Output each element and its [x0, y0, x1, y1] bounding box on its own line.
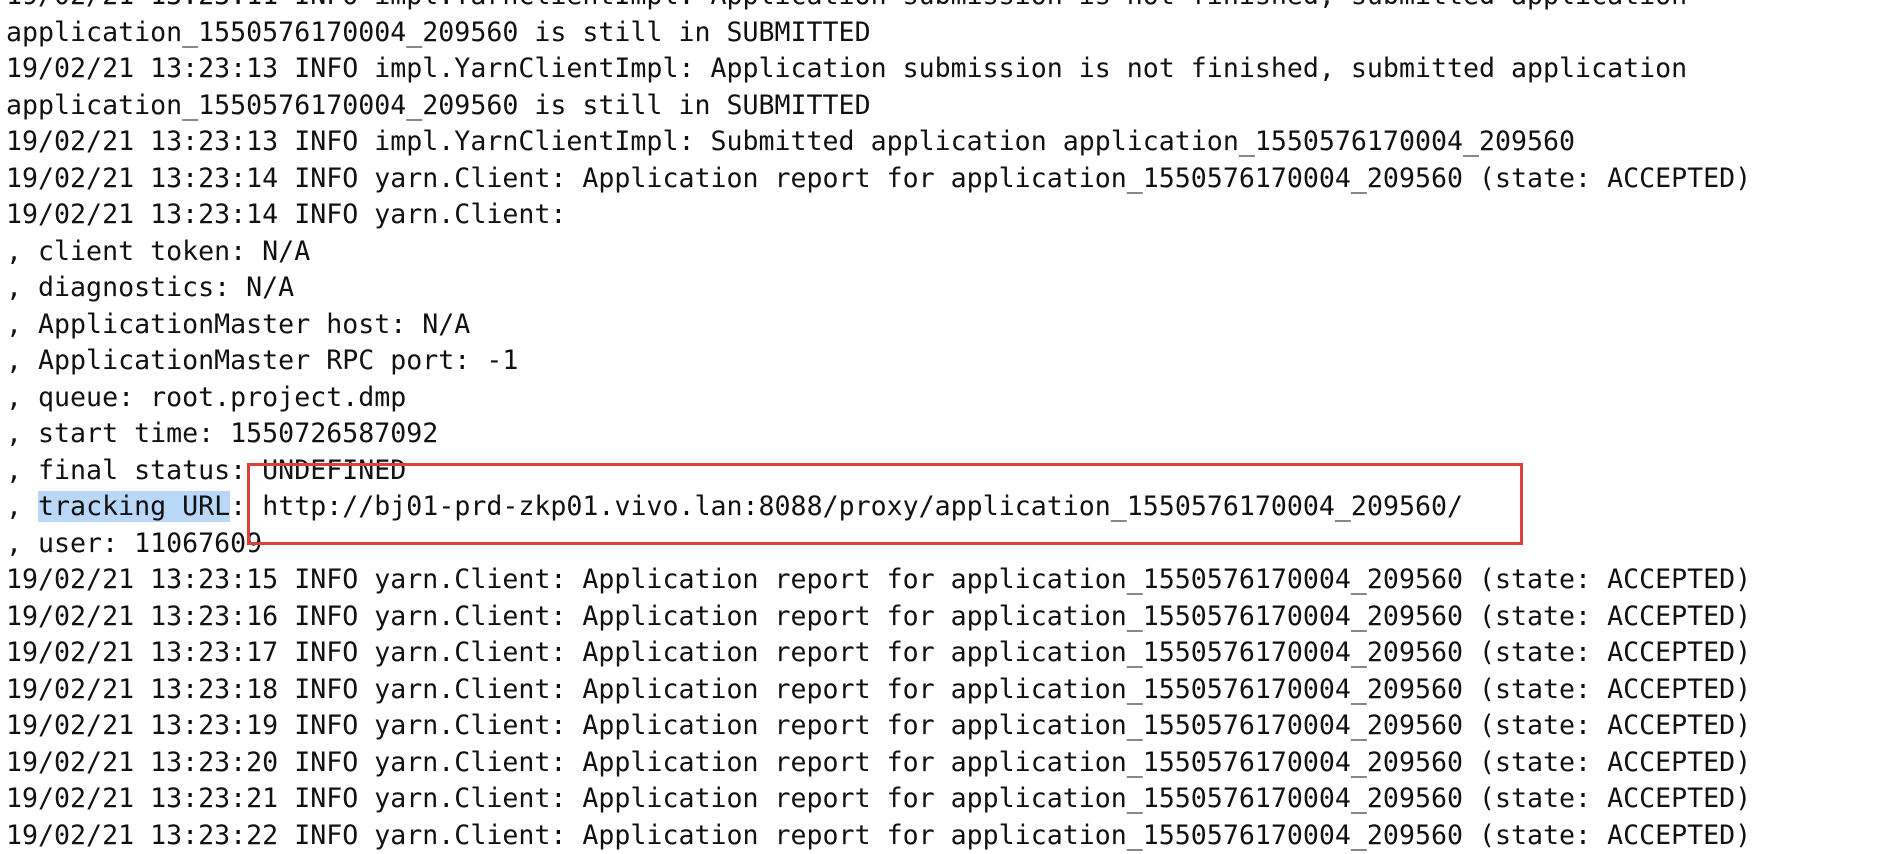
- log-line: 19/02/21 13:23:20 INFO yarn.Client: Appl…: [6, 745, 1881, 782]
- tracking-separator: :: [230, 491, 262, 522]
- log-line: , final status: UNDEFINED: [6, 453, 1881, 490]
- log-line: 19/02/21 13:23:15 INFO yarn.Client: Appl…: [6, 562, 1881, 599]
- log-line: 19/02/21 13:23:21 INFO yarn.Client: Appl…: [6, 781, 1881, 818]
- log-line: 19/02/21 13:23:14 INFO yarn.Client:: [6, 197, 1881, 234]
- log-line: , start time: 1550726587092: [6, 416, 1881, 453]
- log-line: 19/02/21 13:23:13 INFO impl.YarnClientIm…: [6, 124, 1881, 161]
- log-line: , queue: root.project.dmp: [6, 380, 1881, 417]
- log-line: 19/02/21 13:23:22 INFO yarn.Client: Appl…: [6, 818, 1881, 854]
- log-line: 19/02/21 13:23:17 INFO yarn.Client: Appl…: [6, 635, 1881, 672]
- tracking-prefix: ,: [6, 491, 38, 522]
- log-line: , ApplicationMaster RPC port: -1: [6, 343, 1881, 380]
- tracking-url-key-selected[interactable]: tracking URL: [38, 491, 230, 522]
- log-line: 19/02/21 13:23:13 INFO impl.YarnClientIm…: [6, 51, 1881, 88]
- log-line: application_1550576170004_209560 is stil…: [6, 15, 1881, 52]
- log-line-tracking-url: , tracking URL: http://bj01-prd-zkp01.vi…: [6, 489, 1881, 526]
- log-line: , diagnostics: N/A: [6, 270, 1881, 307]
- log-line: 19/02/21 13:23:16 INFO yarn.Client: Appl…: [6, 599, 1881, 636]
- tracking-url-link[interactable]: http://bj01-prd-zkp01.vivo.lan:8088/prox…: [262, 491, 1463, 522]
- log-line: 19/02/21 13:23:19 INFO yarn.Client: Appl…: [6, 708, 1881, 745]
- log-line: 19/02/21 13:23:11 INFO impl.YarnClientIm…: [6, 0, 1881, 15]
- log-line: 19/02/21 13:23:18 INFO yarn.Client: Appl…: [6, 672, 1881, 709]
- log-line: , user: 11067609: [6, 526, 1881, 563]
- log-line: , client token: N/A: [6, 234, 1881, 271]
- log-line: 19/02/21 13:23:14 INFO yarn.Client: Appl…: [6, 161, 1881, 198]
- log-line: application_1550576170004_209560 is stil…: [6, 88, 1881, 125]
- log-line: , ApplicationMaster host: N/A: [6, 307, 1881, 344]
- terminal-log-output: 19/02/21 13:23:11 INFO impl.YarnClientIm…: [6, 0, 1881, 854]
